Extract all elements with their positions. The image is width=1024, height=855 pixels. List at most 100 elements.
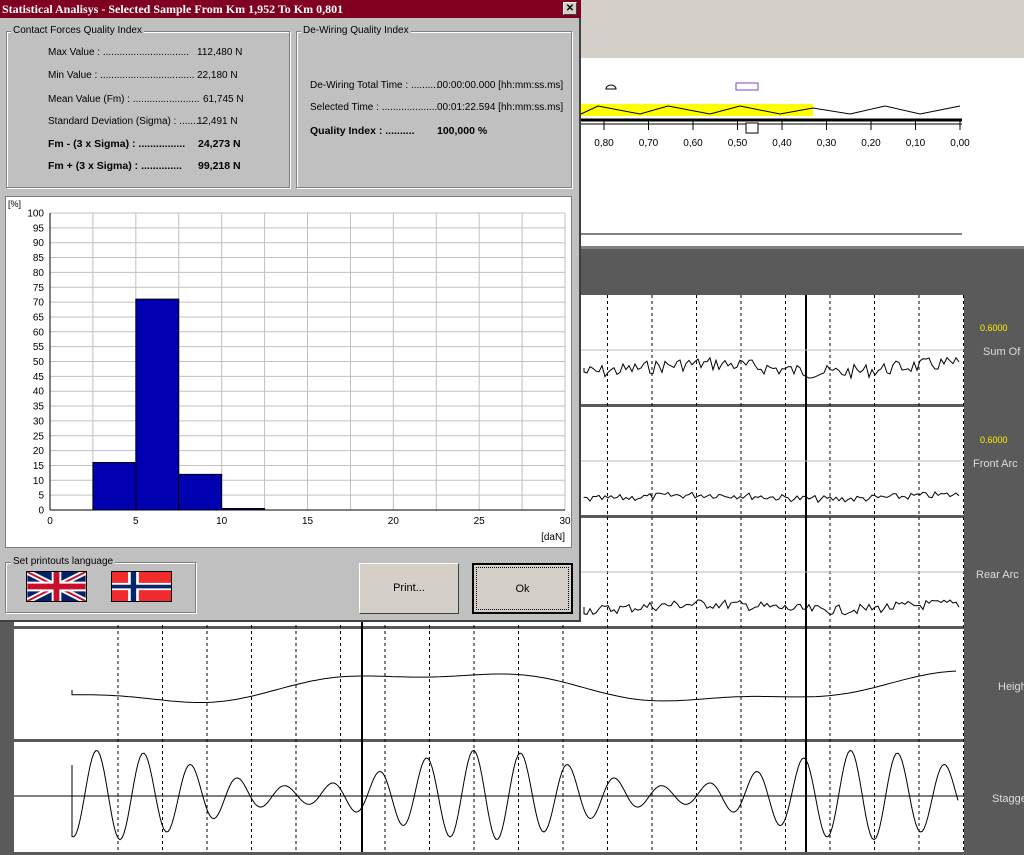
contact-force-histogram: 0510152025303540455055606570758085909510… [8,199,571,543]
km-tick-label: 0,60 [683,138,703,149]
sum-of-scale-value: 0.6000 [980,323,1008,333]
histogram-panel: 0 5 10 15 20 25 30 35 40 45 50 55 60 65 70 75 80 85 90 95 10… [5,196,572,548]
channel-label-stagger: Stagge [992,793,1024,805]
dewiring-total-time-value: 00:00:00.000 [hh:mm:ss.ms] [437,80,564,91]
y-tick-label: 40 [33,387,45,398]
quality-index-value: 100,000 % [437,125,488,137]
norway-flag-button[interactable] [111,571,172,602]
x-tick-label: 10 [216,516,228,527]
fm-minus-label: Fm - (3 x Sigma) : ................ [48,138,186,150]
x-tick-label: 25 [474,516,486,527]
pantograph-icon [605,84,617,90]
channel-label-rear-arc: Rear Arc [976,569,1019,581]
lane-separator [14,739,964,742]
std-dev-label: Standard Deviation (Sigma) : ......... [48,116,205,127]
km-tick-label: 0,40 [772,138,792,149]
x-tick-label: 0 [47,516,53,527]
histogram-bar [178,473,223,511]
front-arc-trace [583,491,960,504]
height-axis-bottom: 4300.0 [30,726,61,737]
km-tick-label: 0,10 [906,138,926,149]
y-tick-label: 45 [33,372,45,383]
train-icon [735,82,759,91]
histogram-bar [92,461,137,511]
y-tick-label: 50 [33,357,45,368]
stagger-trace [71,749,959,841]
x-tick-label: 30 [559,516,571,527]
min-value: 22,180 N [197,70,238,81]
height-trace [71,670,957,703]
y-tick-label: 10 [33,476,45,487]
km-tick-label: 0,20 [861,138,881,149]
km-tick-label: 0,50 [728,138,748,149]
print-button[interactable]: Print... [359,563,459,614]
rear-arc-trace [583,599,960,616]
y-tick-label: 15 [33,461,45,472]
y-tick-label: 65 [33,312,45,323]
min-value-label: Min Value : ............................… [48,70,195,81]
mean-value-label: Mean Value (Fm) : ......................… [48,94,200,105]
quality-index-label: Quality Index : .......... [310,125,415,137]
ok-button[interactable]: Ok [472,563,573,614]
histogram-bar [135,298,180,511]
max-value: 112,480 N [197,47,243,58]
cursor-marker-icon [745,122,759,134]
fm-minus-value: 24,273 N [198,138,241,150]
x-tick-label: 15 [302,516,314,527]
channel-label-front-arc: Front Arc [973,458,1018,470]
fm-plus-value: 99,218 N [198,160,241,172]
channel-label-sum-of: Sum Of [983,346,1021,358]
front-arc-scale-value: 0.6000 [980,435,1008,445]
y-tick-label: 100 [27,209,44,220]
mean-value: 61,745 N [203,94,244,105]
y-tick-label: 25 [33,431,45,442]
max-value-label: Max Value : ............................… [48,47,189,58]
stagger-axis-unit: mm [46,794,63,805]
y-axis-unit-label: [%] [8,199,21,209]
x-axis-unit-label: [daN] [541,532,565,543]
stagger-axis-bottom: -300.0 [33,837,62,848]
selected-range-highlight [581,104,813,116]
stagger-axis-top: 300.0 [37,743,63,754]
km-tick-label: 0,30 [817,138,837,149]
lane-separator [14,626,964,629]
sum-of-trace [583,356,960,381]
y-tick-label: 30 [33,416,45,427]
km-tick-label: 0,00 [950,138,970,149]
selected-time-label: Selected Time : .................... [310,102,438,113]
km-tick-label: 0,80 [594,138,614,149]
km-tick-label: 0,70 [639,138,659,149]
statistical-analysis-dialog: Statistical Analisys - Selected Sample F… [0,0,581,622]
y-tick-label: 60 [33,327,45,338]
y-tick-label: 35 [33,402,45,413]
selected-time-value: 00:01:22.594 [hh:mm:ss.ms] [437,102,564,113]
x-tick-label: 20 [388,516,400,527]
norway-flag-icon [112,572,171,601]
uk-flag-button[interactable] [26,569,87,604]
y-tick-label: 70 [33,298,45,309]
y-tick-label: 80 [33,268,45,279]
y-tick-label: 20 [33,446,45,457]
y-tick-label: 55 [33,342,45,353]
y-tick-label: 90 [33,238,45,249]
close-icon: ✕ [565,3,575,14]
dialog-title: Statistical Analisys - Selected Sample F… [2,2,344,16]
dewiring-label: De-Wiring Quality Index [301,25,411,36]
y-tick-label: 0 [38,506,44,517]
y-tick-label: 85 [33,253,45,264]
x-tick-label: 5 [133,516,139,527]
uk-flag-icon [26,569,87,604]
height-axis-top: 6500.0 [30,631,61,642]
y-tick-label: 5 [38,491,44,502]
fm-plus-label: Fm + (3 x Sigma) : .............. [48,160,182,172]
dewiring-total-time-label: De-Wiring Total Time : .......... [310,80,439,91]
y-tick-label: 75 [33,283,45,294]
height-axis-unit: mm [46,683,63,694]
channel-label-height: Heigh [998,681,1024,693]
close-button[interactable]: ✕ [563,2,577,15]
y-tick-label: 95 [33,223,45,234]
dialog-title-bar[interactable]: Statistical Analisys - Selected Sample F… [0,0,581,18]
std-dev-value: 12,491 N [197,116,238,127]
contact-forces-label: Contact Forces Quality Index [11,25,144,36]
printout-language-label: Set printouts language [11,556,116,567]
